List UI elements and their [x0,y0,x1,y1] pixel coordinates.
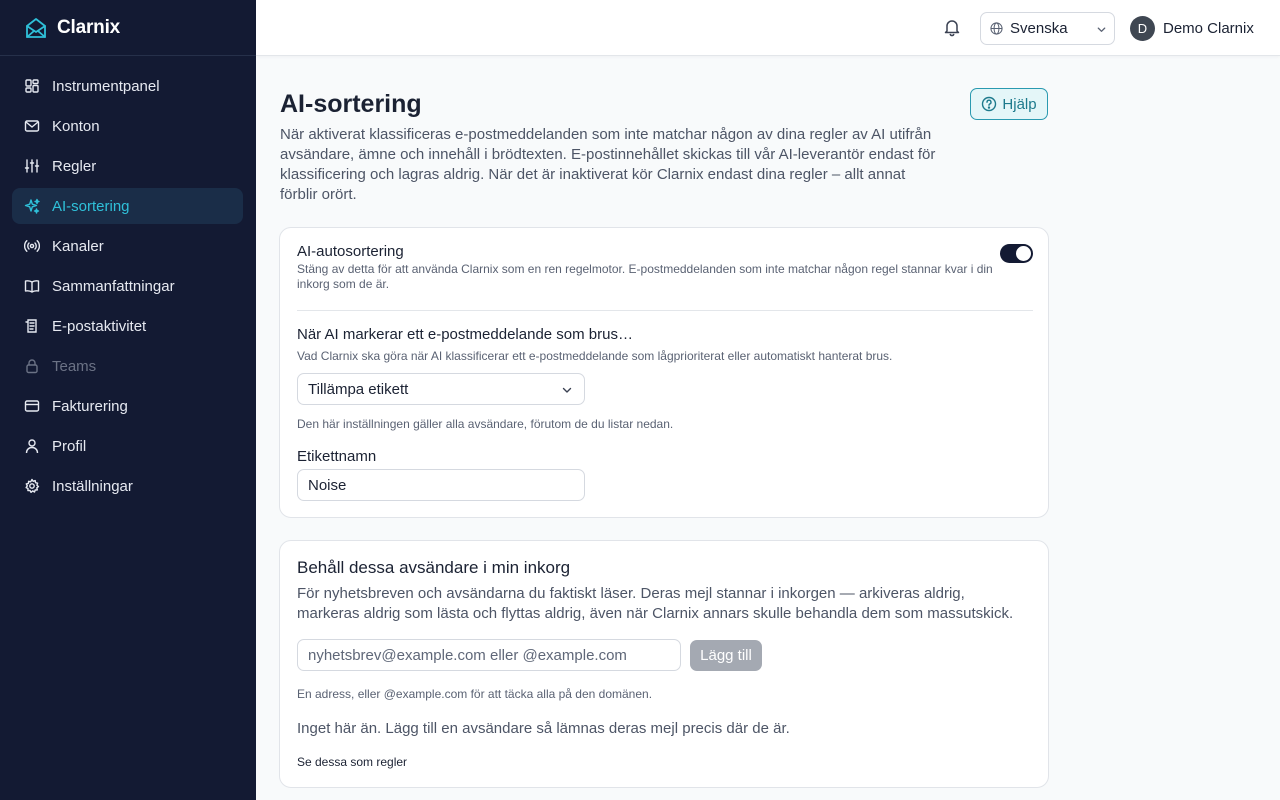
sidebar-item-email-activity[interactable]: E-postaktivitet [12,308,243,344]
credit-card-icon [24,398,40,414]
noise-action-select[interactable]: Tillämpa etikett [297,373,585,405]
sidebar-nav: Instrumentpanel Konton Regler AI-sorteri… [0,56,256,504]
empty-state-text: Inget här än. Lägg till en avsändare så … [297,720,790,737]
envelope-logo-icon [24,16,48,40]
sidebar-item-label: Profil [52,437,87,455]
sidebar-item-label: Sammanfattningar [52,277,175,295]
sidebar-item-ai-sorting[interactable]: AI-sortering [12,188,243,224]
sidebar-item-label: Instrumentpanel [52,77,160,95]
bell-icon[interactable] [942,17,962,37]
noise-action-value: Tillämpa etikett [308,380,409,398]
sidebar: Clarnix Instrumentpanel Konton Regler AI… [0,0,256,800]
noise-description: Vad Clarnix ska göra när AI klassificera… [297,349,893,363]
mail-icon [24,118,40,134]
question-circle-icon [981,96,997,112]
dashboard-icon [24,78,40,94]
label-name-input[interactable] [297,469,585,501]
sidebar-item-billing[interactable]: Fakturering [12,388,243,424]
brand[interactable]: Clarnix [0,0,256,56]
add-sender-button[interactable]: Lägg till [690,640,762,671]
sender-email-input[interactable] [297,639,681,671]
noise-apply-note: Den här inställningen gäller alla avsänd… [297,417,674,431]
gear-icon [24,478,40,494]
sidebar-item-label: Regler [52,157,97,175]
toggle-knob [1016,246,1031,261]
label-name-title: Etikettnamn [297,448,377,465]
ai-settings-card: AI-autosortering Stäng av detta för att … [279,227,1049,518]
divider [297,310,1033,311]
sidebar-item-label: Teams [52,357,97,375]
top-header: Svenska D Demo Clarnix [256,0,1280,56]
activity-log-icon [24,318,40,334]
lock-icon [24,358,40,374]
sliders-icon [24,158,40,174]
auto-sort-title: AI-autosortering [297,243,404,260]
view-as-rules-link[interactable]: Se dessa som regler [297,755,407,769]
keep-senders-card: Behåll dessa avsändare i min inkorg För … [279,540,1049,788]
language-value: Svenska [1010,20,1068,37]
sidebar-item-label: E-postaktivitet [52,317,147,335]
help-button[interactable]: Hjälp [970,88,1048,120]
sidebar-item-channels[interactable]: Kanaler [12,228,243,264]
help-label: Hjälp [1002,95,1037,113]
brand-name: Clarnix [57,16,121,38]
book-icon [24,278,40,294]
user-name: Demo Clarnix [1163,20,1254,37]
sidebar-item-rules[interactable]: Regler [12,148,243,184]
user-icon [24,438,40,454]
avatar: D [1130,16,1155,41]
sidebar-item-accounts[interactable]: Konton [12,108,243,144]
sparkles-icon [24,198,40,214]
sidebar-item-teams: Teams [12,348,243,384]
auto-sort-toggle[interactable] [1000,244,1033,263]
keep-senders-description: För nyhetsbreven och avsändarna du fakti… [297,585,1014,622]
keep-senders-title: Behåll dessa avsändare i min inkorg [297,558,571,577]
sidebar-item-label: Konton [52,117,100,135]
sidebar-item-label: Kanaler [52,237,104,255]
sidebar-item-summaries[interactable]: Sammanfattningar [12,268,243,304]
intro-text: När aktiverat klassificeras e-postmeddel… [280,126,936,203]
chevron-down-icon [1096,24,1107,35]
user-menu[interactable]: D Demo Clarnix [1130,16,1254,41]
sidebar-item-dashboard[interactable]: Instrumentpanel [12,68,243,104]
auto-sort-description: Stäng av detta för att använda Clarnix s… [297,262,993,291]
noise-title: När AI markerar ett e-postmeddelande som… [297,326,633,343]
sidebar-item-profile[interactable]: Profil [12,428,243,464]
language-select[interactable]: Svenska [980,12,1115,45]
globe-icon [990,22,1003,35]
page-title: AI-sortering [280,90,422,118]
sidebar-item-label: AI-sortering [52,197,130,215]
broadcast-icon [24,238,40,254]
sender-input-note: En adress, eller @example.com för att tä… [297,687,653,701]
sidebar-item-label: Fakturering [52,397,128,415]
sidebar-item-settings[interactable]: Inställningar [12,468,243,504]
sidebar-item-label: Inställningar [52,477,133,495]
chevron-down-icon [561,384,573,396]
